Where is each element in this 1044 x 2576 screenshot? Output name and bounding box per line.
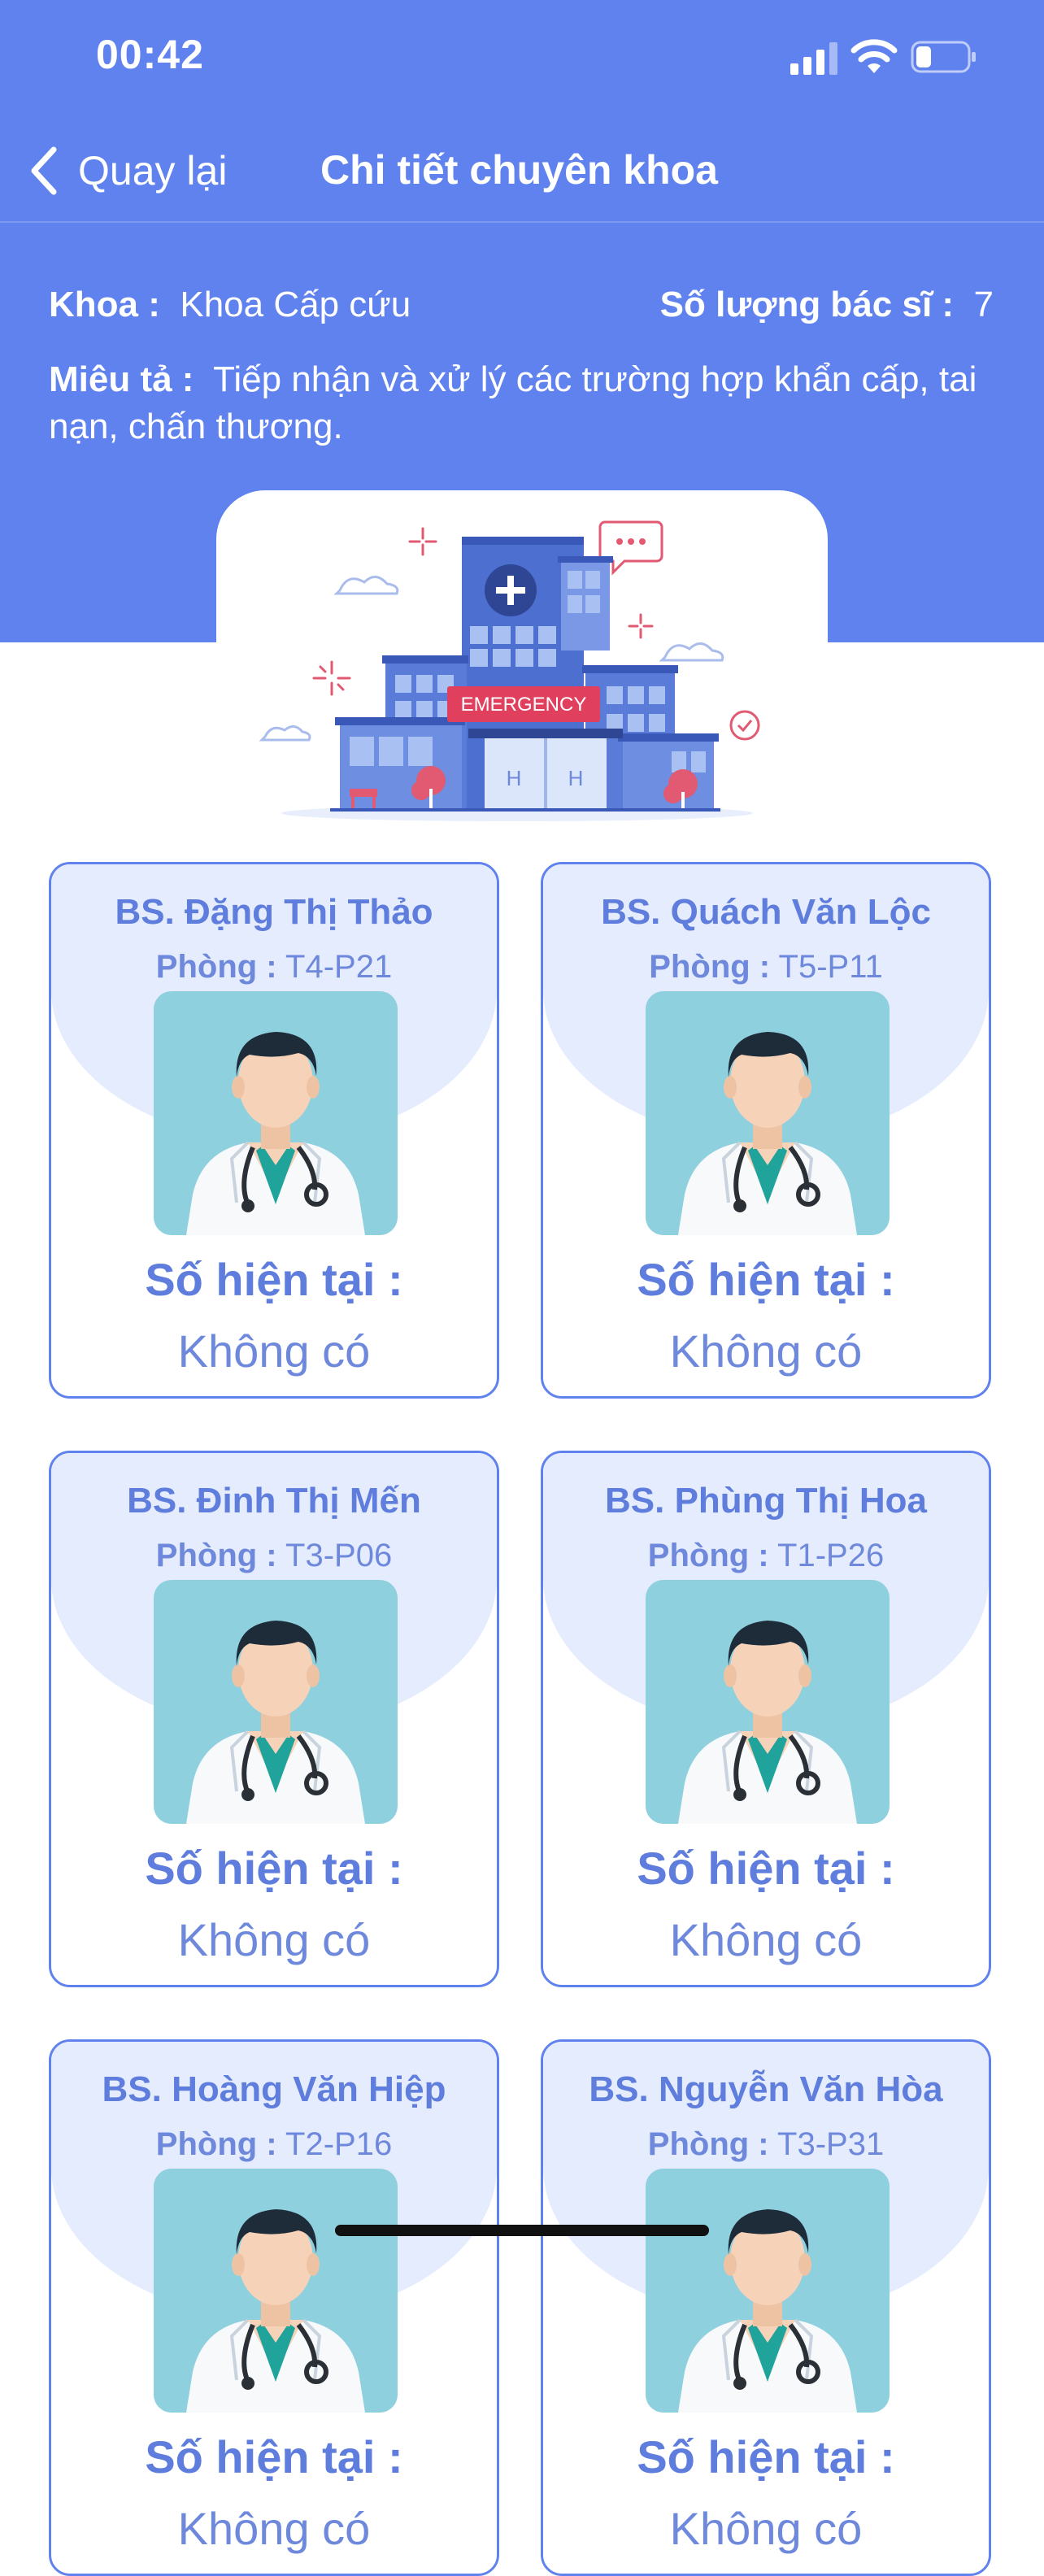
doctor-name: BS. Đặng Thị Thảo xyxy=(115,892,433,932)
doctor-name: BS. Phùng Thị Hoa xyxy=(605,1481,927,1521)
doctor-card[interactable]: BS. Đặng Thị Thảo Phòng : T4-P21 Số hiện… xyxy=(49,862,499,1399)
doctor-room: Phòng : T3-P31 xyxy=(543,2126,989,2163)
doctor-card[interactable]: BS. Quách Văn Lộc Phòng : T5-P11 Số hiện… xyxy=(541,862,991,1399)
doctor-avatar-icon xyxy=(154,991,398,1235)
wifi-icon xyxy=(850,39,898,73)
room-value: T5-P11 xyxy=(778,949,883,985)
doctor-name: BS. Hoàng Văn Hiệp xyxy=(102,2069,446,2109)
doctor-room: Phòng : T4-P21 xyxy=(51,949,497,986)
room-label: Phòng : xyxy=(155,1538,277,1573)
back-button[interactable]: Quay lại xyxy=(28,138,227,203)
doctor-avatar-icon xyxy=(646,2169,890,2413)
battery-icon xyxy=(911,41,976,73)
doctor-card[interactable]: BS. Nguyễn Văn Hòa Phòng : T3-P31 Số hiệ… xyxy=(541,2039,991,2576)
department-name-row: Khoa : Khoa Cấp cứu xyxy=(49,285,411,325)
current-number-label: Số hiện tại : xyxy=(637,2431,895,2482)
doctor-card[interactable]: BS. Đinh Thị Mến Phòng : T3-P06 Số hiện … xyxy=(49,1451,499,1987)
doctor-count: 7 xyxy=(973,285,994,324)
room-label: Phòng : xyxy=(647,2126,769,2162)
current-number-value: Không có xyxy=(177,1325,371,1377)
doctor-avatar xyxy=(154,2169,398,2413)
doctor-avatar xyxy=(154,991,398,1235)
current-number-label: Số hiện tại : xyxy=(637,1843,895,1894)
current-number-label: Số hiện tại : xyxy=(145,1254,403,1305)
current-number-value: Không có xyxy=(669,1325,863,1377)
cellular-signal-icon xyxy=(790,42,837,75)
status-time: 00:42 xyxy=(96,32,204,77)
current-number-label: Số hiện tại : xyxy=(145,1843,403,1894)
doctor-avatar xyxy=(646,991,890,1235)
current-number-value: Không có xyxy=(669,1914,863,1965)
current-number-label: Số hiện tại : xyxy=(145,2431,403,2482)
status-bar: 00:42 xyxy=(0,0,1044,122)
doctor-avatar-icon xyxy=(154,1580,398,1824)
doctor-avatar xyxy=(154,1580,398,1824)
room-value: T4-P21 xyxy=(285,949,393,985)
emergency-sign-text: EMERGENCY xyxy=(461,694,587,716)
current-number-value: Không có xyxy=(177,1914,371,1965)
doctor-avatar-icon xyxy=(154,2169,398,2413)
room-label: Phòng : xyxy=(155,949,277,985)
doctor-name: BS. Đinh Thị Mến xyxy=(127,1481,421,1521)
chevron-left-icon xyxy=(31,146,57,195)
doctor-room: Phòng : T1-P26 xyxy=(543,1538,989,1574)
department-name-label: Khoa : xyxy=(49,285,160,324)
doctor-name: BS. Nguyễn Văn Hòa xyxy=(589,2069,943,2109)
home-indicator xyxy=(335,2225,709,2236)
doctor-room: Phòng : T5-P11 xyxy=(543,949,989,986)
doctor-card[interactable]: BS. Phùng Thị Hoa Phòng : T1-P26 Số hiện… xyxy=(541,1451,991,1987)
nav-divider xyxy=(0,221,1044,223)
room-value: T2-P16 xyxy=(285,2126,393,2162)
doctor-avatar xyxy=(646,2169,890,2413)
current-number-value: Không có xyxy=(177,2503,371,2554)
doctor-avatar-icon xyxy=(646,991,890,1235)
navigation-bar: Quay lại Chi tiết chuyên khoa xyxy=(0,122,1044,220)
room-value: T3-P06 xyxy=(285,1538,393,1573)
room-value: T1-P26 xyxy=(777,1538,885,1573)
department-name: Khoa Cấp cứu xyxy=(180,285,411,324)
back-label: Quay lại xyxy=(78,148,228,194)
doctor-avatar-icon xyxy=(646,1580,890,1824)
doctor-room: Phòng : T2-P16 xyxy=(51,2126,497,2163)
department-description-row: Miêu tả : Tiếp nhận và xử lý các trường … xyxy=(49,356,1000,450)
emergency-hospital-illustration: H H EMERGENCY xyxy=(259,520,760,821)
doctor-room: Phòng : T3-P06 xyxy=(51,1538,497,1574)
current-number-label: Số hiện tại : xyxy=(637,1254,895,1305)
doctor-avatar xyxy=(646,1580,890,1824)
svg-text:H: H xyxy=(507,766,522,790)
current-number-value: Không có xyxy=(669,2503,863,2554)
room-label: Phòng : xyxy=(649,949,771,985)
page-title: Chi tiết chuyên khoa xyxy=(320,147,718,193)
description-label: Miêu tả : xyxy=(49,359,194,399)
room-label: Phòng : xyxy=(647,1538,769,1573)
doctor-card[interactable]: BS. Hoàng Văn Hiệp Phòng : T2-P16 Số hiệ… xyxy=(49,2039,499,2576)
room-value: T3-P31 xyxy=(777,2126,885,2162)
room-label: Phòng : xyxy=(155,2126,277,2162)
doctor-count-label: Số lượng bác sĩ : xyxy=(659,285,955,324)
doctor-count-row: Số lượng bác sĩ : 7 xyxy=(660,285,994,325)
svg-text:H: H xyxy=(568,766,584,790)
doctor-name: BS. Quách Văn Lộc xyxy=(601,892,931,932)
